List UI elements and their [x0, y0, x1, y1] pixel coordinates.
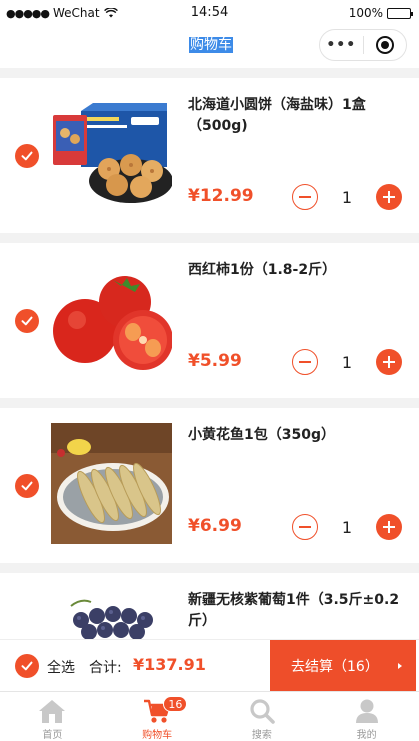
- item-quantity: 1: [341, 188, 353, 207]
- close-mini-program-button[interactable]: [363, 36, 406, 54]
- page-title: 购物车: [189, 37, 233, 53]
- increase-quantity-button[interactable]: [376, 349, 402, 375]
- tab-label: 首页: [42, 730, 63, 741]
- decrease-quantity-button[interactable]: [292, 514, 318, 540]
- checkout-button[interactable]: 去结算（16）: [270, 640, 416, 692]
- battery-icon: [387, 7, 413, 19]
- checkout-bar: 全选 合计: ¥137.91 去结算（16）: [0, 639, 419, 692]
- checkout-button-label: 去结算（16）: [291, 659, 379, 675]
- decrease-quantity-button[interactable]: [292, 184, 318, 210]
- tab-profile[interactable]: 我的: [314, 692, 419, 741]
- chevron-right-icon: [398, 663, 402, 669]
- total-amount: ¥137.91: [133, 655, 206, 674]
- cart-item: 小黄花鱼1包（350g） ¥6.99 1: [0, 408, 419, 563]
- item-checkbox[interactable]: [15, 309, 39, 333]
- item-quantity: 1: [341, 353, 353, 372]
- total-label: 合计:: [89, 660, 122, 676]
- nav-bar: 购物车 •••: [0, 28, 419, 68]
- item-price: ¥6.99: [188, 516, 242, 536]
- more-menu-button[interactable]: •••: [320, 37, 363, 53]
- tab-bar: 首页 16 购物车 搜索 我的: [0, 691, 419, 741]
- cart-item: 新疆无核紫葡萄1件（3.5斤±0.2斤）: [0, 573, 419, 639]
- item-checkbox[interactable]: [15, 474, 39, 498]
- item-title[interactable]: 小黄花鱼1包（350g）: [188, 425, 410, 446]
- cart-item: 西红柿1份（1.8-2斤） ¥5.99 1: [0, 243, 419, 398]
- status-bar: ●●●●● WeChat 14:54 100%: [0, 0, 419, 28]
- increase-quantity-button[interactable]: [376, 184, 402, 210]
- increase-quantity-button[interactable]: [376, 514, 402, 540]
- tomato-image[interactable]: [51, 258, 172, 379]
- search-icon: [248, 698, 276, 724]
- status-right: 100%: [348, 6, 413, 20]
- target-icon: [375, 36, 394, 54]
- person-icon: [353, 698, 381, 724]
- tab-cart[interactable]: 16 购物车: [105, 692, 210, 741]
- cart-item: 北海道小圆饼（海盐味）1盒（500g) ¥12.99 1: [0, 78, 419, 233]
- checkmark-icon: [21, 481, 33, 491]
- tab-label: 购物车: [142, 730, 173, 741]
- item-price: ¥5.99: [188, 351, 242, 371]
- select-all-label[interactable]: 全选: [47, 657, 75, 677]
- item-price: ¥12.99: [188, 186, 254, 206]
- home-icon: [38, 698, 66, 724]
- mini-program-capsule: •••: [319, 29, 407, 61]
- tab-search[interactable]: 搜索: [210, 692, 315, 741]
- tab-label: 我的: [356, 730, 377, 741]
- battery-percent: 100%: [348, 6, 383, 20]
- checkmark-icon: [21, 316, 33, 326]
- decrease-quantity-button[interactable]: [292, 349, 318, 375]
- cart-list[interactable]: 北海道小圆饼（海盐味）1盒（500g) ¥12.99 1 西红柿1份（1.8-2…: [0, 68, 419, 639]
- tab-label: 搜索: [251, 730, 272, 741]
- select-all-checkbox[interactable]: [15, 654, 39, 678]
- checkmark-icon: [21, 661, 33, 671]
- cart-count-badge: 16: [163, 696, 188, 712]
- yellow-croaker-image[interactable]: [51, 423, 172, 544]
- biscuit-box-image[interactable]: [51, 93, 172, 214]
- item-title[interactable]: 新疆无核紫葡萄1件（3.5斤±0.2斤）: [188, 590, 410, 632]
- item-title[interactable]: 北海道小圆饼（海盐味）1盒（500g): [188, 95, 410, 137]
- item-quantity: 1: [341, 518, 353, 537]
- item-checkbox[interactable]: [15, 144, 39, 168]
- grape-image[interactable]: [51, 588, 172, 639]
- item-title[interactable]: 西红柿1份（1.8-2斤）: [188, 260, 410, 281]
- tab-home[interactable]: 首页: [0, 692, 105, 741]
- checkmark-icon: [21, 151, 33, 161]
